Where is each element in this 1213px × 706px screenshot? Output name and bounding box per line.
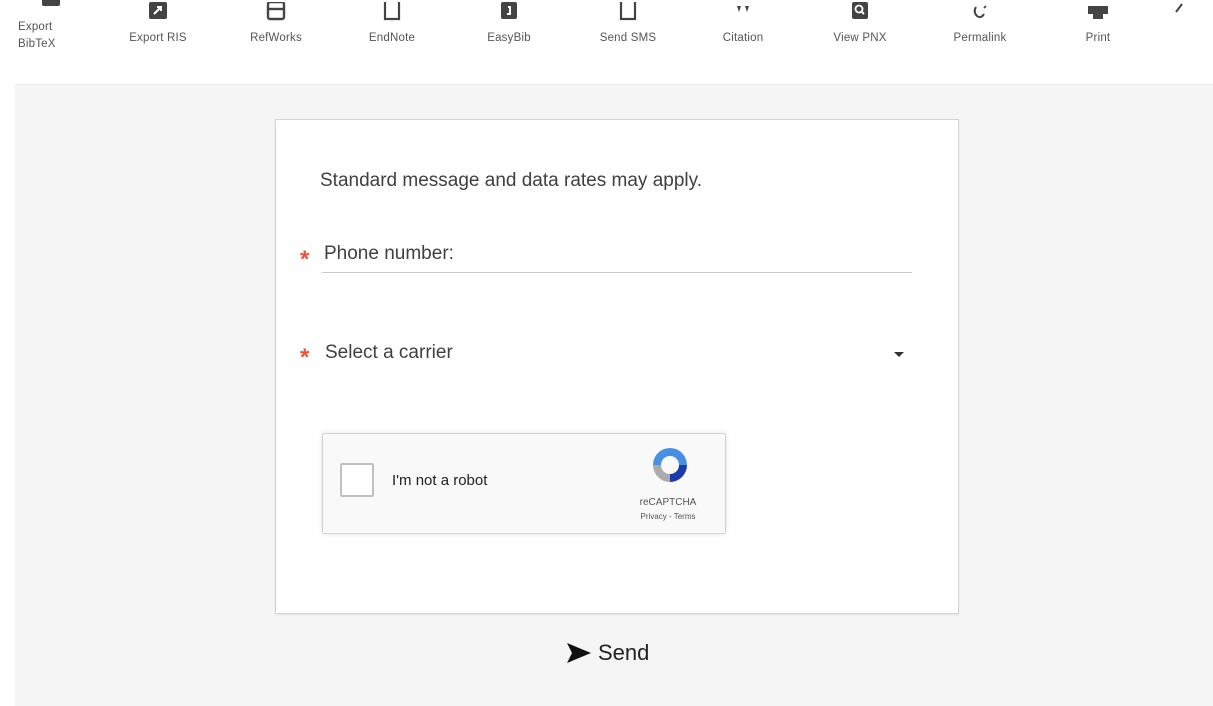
print-icon <box>1088 6 1108 19</box>
dropdown-arrow-icon <box>894 352 904 357</box>
refworks-button[interactable]: RefWorks <box>228 0 324 84</box>
send-sms-button[interactable]: Send SMS <box>580 0 676 84</box>
recaptcha-brand: reCAPTCHA <box>639 497 697 508</box>
view-pnx-icon <box>852 2 868 19</box>
recaptcha-widget: I'm not a robot reCAPTCHA Privacy - Term… <box>322 433 726 534</box>
send-sms-icon <box>619 2 637 21</box>
citation-label: Citation <box>722 32 764 44</box>
sms-form-card: Standard message and data rates may appl… <box>275 119 959 614</box>
easybib-icon <box>501 2 517 19</box>
refworks-label: RefWorks <box>250 32 302 44</box>
view-pnx-label: View PNX <box>833 32 887 44</box>
actions-toolbar: Export BibTeX Export RIS RefWorks EndNot… <box>0 0 1213 84</box>
chevron-right-icon[interactable] <box>1172 0 1188 16</box>
phone-required-mark: * <box>300 246 310 273</box>
export-bibtex-button[interactable]: Export BibTeX <box>0 0 96 84</box>
recaptcha-checkbox[interactable] <box>340 463 374 497</box>
endnote-button[interactable]: EndNote <box>344 0 440 84</box>
citation-button[interactable]: Citation <box>695 0 791 84</box>
carrier-select[interactable]: Select a carrier <box>322 338 912 372</box>
export-ris-icon <box>149 2 167 19</box>
phone-field <box>322 238 914 273</box>
permalink-button[interactable]: Permalink <box>932 0 1028 84</box>
carrier-select-value: Select a carrier <box>325 342 453 363</box>
permalink-label: Permalink <box>953 32 1007 44</box>
permalink-icon <box>973 5 987 19</box>
send-label: Send <box>598 640 650 665</box>
export-bibtex-label: Export BibTeX <box>18 21 56 50</box>
print-label: Print <box>1085 32 1111 44</box>
content-area: Standard message and data rates may appl… <box>15 84 1213 706</box>
export-ris-button[interactable]: Export RIS <box>110 0 206 84</box>
send-sms-label: Send SMS <box>599 32 657 44</box>
export-ris-label: Export RIS <box>129 32 187 44</box>
easybib-label: EasyBib <box>487 32 531 44</box>
easybib-button[interactable]: EasyBib <box>461 0 557 84</box>
endnote-label: EndNote <box>368 32 416 44</box>
send-button[interactable]: Send <box>566 635 649 671</box>
refworks-icon <box>266 2 286 21</box>
recaptcha-privacy-terms-link[interactable]: Privacy - Terms <box>613 512 723 521</box>
phone-number-input[interactable] <box>322 238 914 270</box>
rates-notice: Standard message and data rates may appl… <box>320 170 702 191</box>
send-arrow-icon <box>567 643 591 663</box>
endnote-icon <box>383 2 401 21</box>
recaptcha-label: I'm not a robot <box>392 472 488 489</box>
print-button[interactable]: Print <box>1050 0 1146 84</box>
citation-icon <box>737 6 749 12</box>
recaptcha-logo-icon <box>653 448 687 482</box>
view-pnx-button[interactable]: View PNX <box>812 0 908 84</box>
export-bibtex-icon <box>42 0 60 6</box>
carrier-required-mark: * <box>300 344 310 371</box>
